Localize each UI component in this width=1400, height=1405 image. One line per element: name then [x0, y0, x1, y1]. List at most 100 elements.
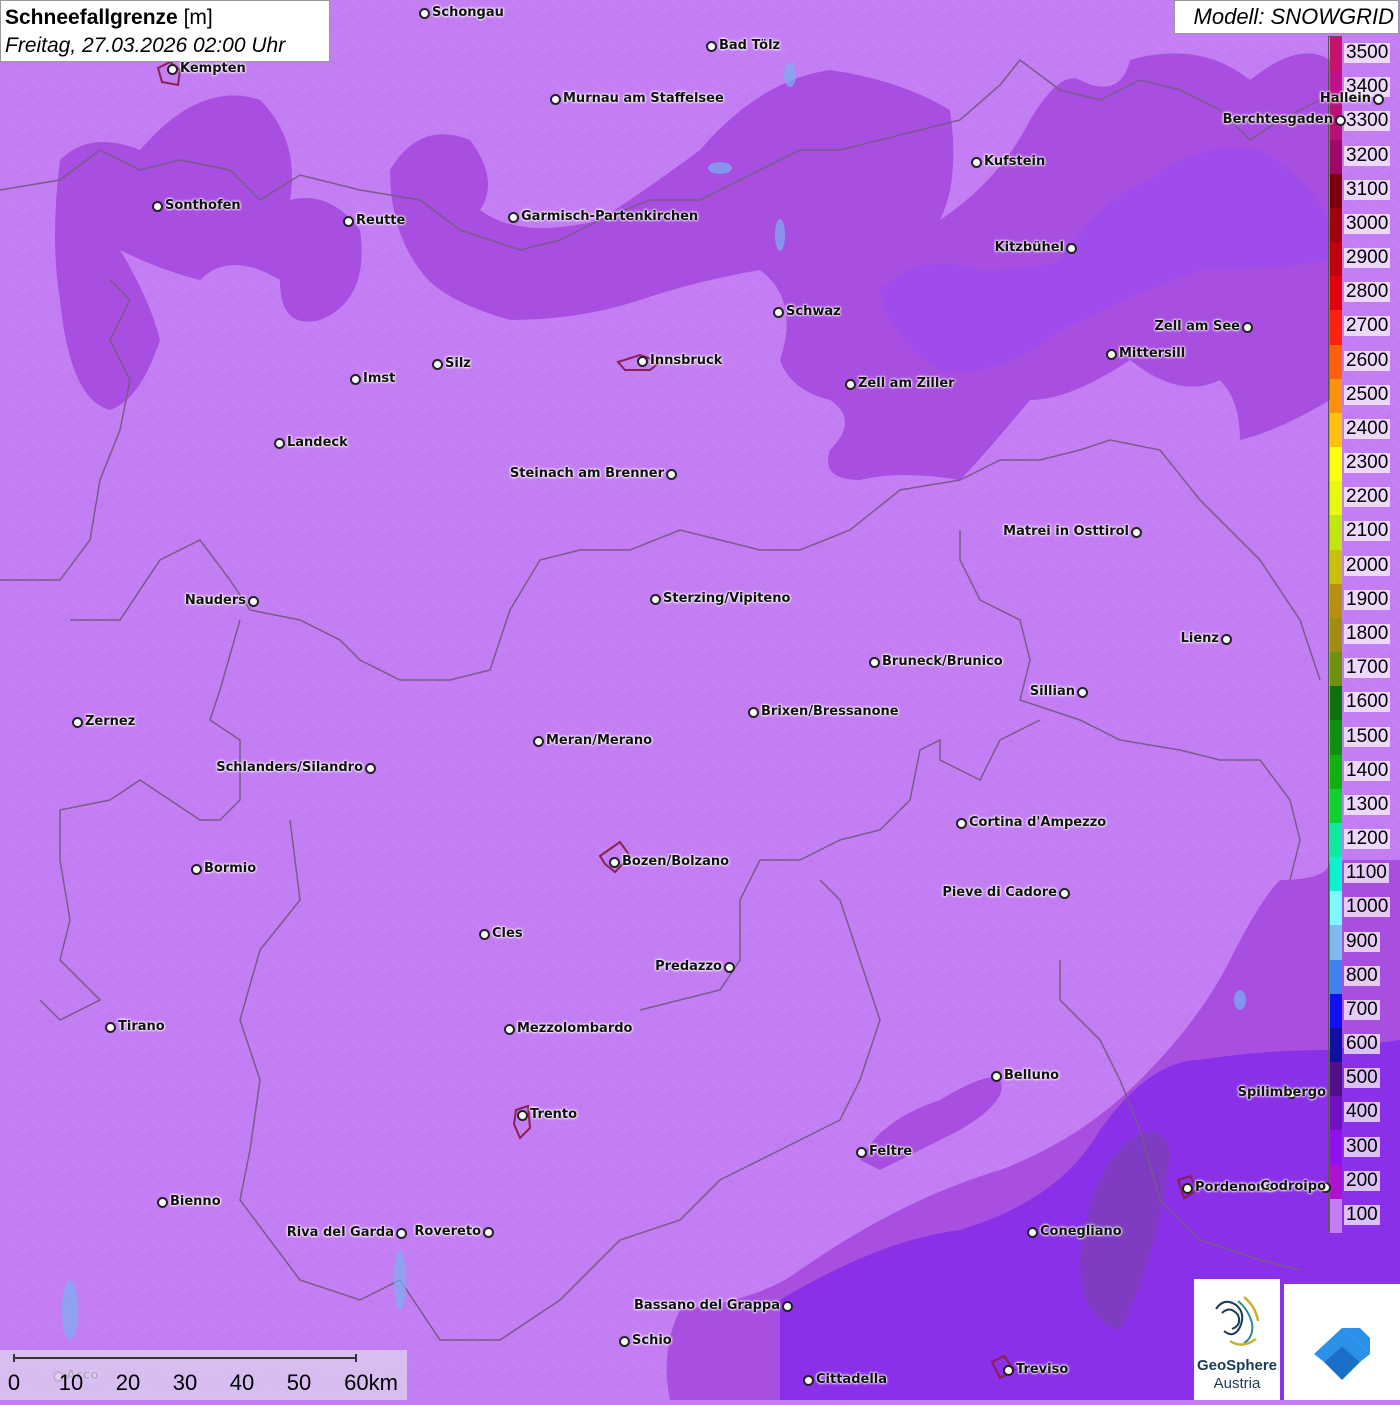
scale-label: 20 [115, 1370, 141, 1395]
city-dot [419, 8, 430, 19]
city-dot [748, 707, 759, 718]
city-dot [666, 469, 677, 480]
city-label: Kufstein [984, 154, 1046, 169]
geosphere-name: GeoSphere [1196, 1357, 1278, 1374]
city-label: Predazzo [655, 959, 722, 974]
city-label: Bruneck/Brunico [882, 654, 1003, 669]
city-label: Rovereto [414, 1224, 481, 1239]
city-label: Belluno [1004, 1068, 1060, 1083]
legend-label: 800 [1344, 964, 1380, 986]
legend-label: 2000 [1344, 554, 1391, 576]
legend-label: 2600 [1344, 349, 1391, 371]
city-label: Codroipo [1260, 1179, 1326, 1194]
legend-label: 1000 [1344, 896, 1391, 918]
legend-label: 2800 [1344, 281, 1391, 303]
city-label: Reutte [356, 213, 406, 228]
city-dot [533, 736, 544, 747]
legend-label: 100 [1344, 1203, 1380, 1225]
city-dot [274, 438, 285, 449]
legend-swatch [1330, 37, 1342, 72]
legend-swatch [1330, 1062, 1342, 1097]
city-label: Conegliano [1040, 1224, 1122, 1239]
legend-label: 200 [1344, 1169, 1380, 1191]
city-label: Cortina d'Ampezzo [969, 815, 1107, 830]
map-title: Schneefallgrenze [m] [5, 4, 325, 32]
city-dot [1242, 322, 1253, 333]
legend-color-bar [1328, 36, 1342, 1234]
legend-swatch [1330, 139, 1342, 175]
city-dot [869, 657, 880, 668]
city-label: Innsbruck [650, 353, 723, 368]
city-label: Steinach am Brenner [509, 466, 664, 481]
map-title-bold: Schneefallgrenze [5, 6, 178, 29]
city-label: Cles [492, 926, 523, 941]
scale-label: 30 [172, 1370, 198, 1395]
city-label: Meran/Merano [546, 733, 653, 748]
legend-label: 1700 [1344, 657, 1391, 679]
city-dot [706, 41, 717, 52]
scale-label: 0 [7, 1370, 21, 1395]
legend-label: 2900 [1344, 247, 1391, 269]
city-label: Schwaz [786, 304, 841, 319]
city-dot [504, 1024, 515, 1035]
legend-swatch [1330, 1027, 1342, 1063]
legend-swatch [1330, 549, 1342, 585]
city-label: Lienz [1180, 631, 1219, 646]
city-label: Bormio [204, 861, 257, 876]
city-dot [1066, 243, 1077, 254]
legend-swatch [1330, 515, 1342, 551]
legend-label: 2400 [1344, 417, 1391, 439]
legend-swatch [1330, 1164, 1342, 1200]
city-dot [1335, 115, 1346, 126]
city-label: Trento [530, 1107, 578, 1122]
legend-swatch [1330, 720, 1342, 756]
legend-swatch [1330, 447, 1342, 482]
scale-label: 40 [229, 1370, 255, 1395]
legend-label: 500 [1344, 1067, 1380, 1089]
city-label: Mittersill [1119, 346, 1186, 361]
city-label: Riva del Garda [286, 1225, 394, 1240]
legend-swatch [1330, 857, 1342, 892]
city-label: Schlanders/Silandro [216, 760, 363, 775]
city-dot [167, 64, 178, 75]
city-label: Zernez [85, 714, 136, 729]
legend-swatch [1330, 242, 1342, 277]
legend-swatch [1330, 652, 1342, 687]
city-dot [508, 212, 519, 223]
legend-swatch [1330, 891, 1342, 926]
city-label: Spilimbergo [1237, 1085, 1326, 1100]
scale-label: 60km [344, 1370, 398, 1395]
legend-label: 3300 [1344, 110, 1391, 132]
city-label: Berchtesgaden [1222, 112, 1333, 127]
city-label: Bad Tölz [719, 38, 781, 53]
legend-swatch [1330, 959, 1342, 995]
scale-bar: 0 10 20 30 40 50 60km [0, 1350, 407, 1400]
city-label: Matrei in Osttirol [1003, 524, 1129, 539]
city-dot [650, 594, 661, 605]
map-title-unit: [m] [183, 6, 213, 29]
legend-label: 1400 [1344, 759, 1391, 781]
city-dot [1131, 527, 1142, 538]
city-dot [724, 962, 735, 973]
legend-label: 2300 [1344, 452, 1391, 474]
city-label: Kitzbühel [994, 240, 1064, 255]
city-dot [1373, 94, 1384, 105]
legend-label: 2500 [1344, 383, 1391, 405]
city-label: Brixen/Bressanone [761, 704, 899, 719]
city-dot [396, 1228, 407, 1239]
city-dot [991, 1071, 1002, 1082]
city-dot [971, 157, 982, 168]
city-label: Landeck [287, 435, 348, 450]
city-dot [105, 1022, 116, 1033]
city-label: Garmisch-Partenkirchen [521, 209, 699, 224]
legend-label: 2700 [1344, 315, 1391, 337]
map-datetime: Freitag, 27.03.2026 02:00 Uhr [5, 34, 286, 57]
legend-label: 1600 [1344, 691, 1391, 713]
legend-label: 1200 [1344, 828, 1391, 850]
city-dot [609, 857, 620, 868]
city-dot [1182, 1183, 1193, 1194]
city-dot [517, 1110, 528, 1121]
city-label: Murnau am Staffelsee [563, 91, 724, 106]
city-dot [1003, 1365, 1014, 1376]
city-label: Cittadella [816, 1372, 888, 1387]
